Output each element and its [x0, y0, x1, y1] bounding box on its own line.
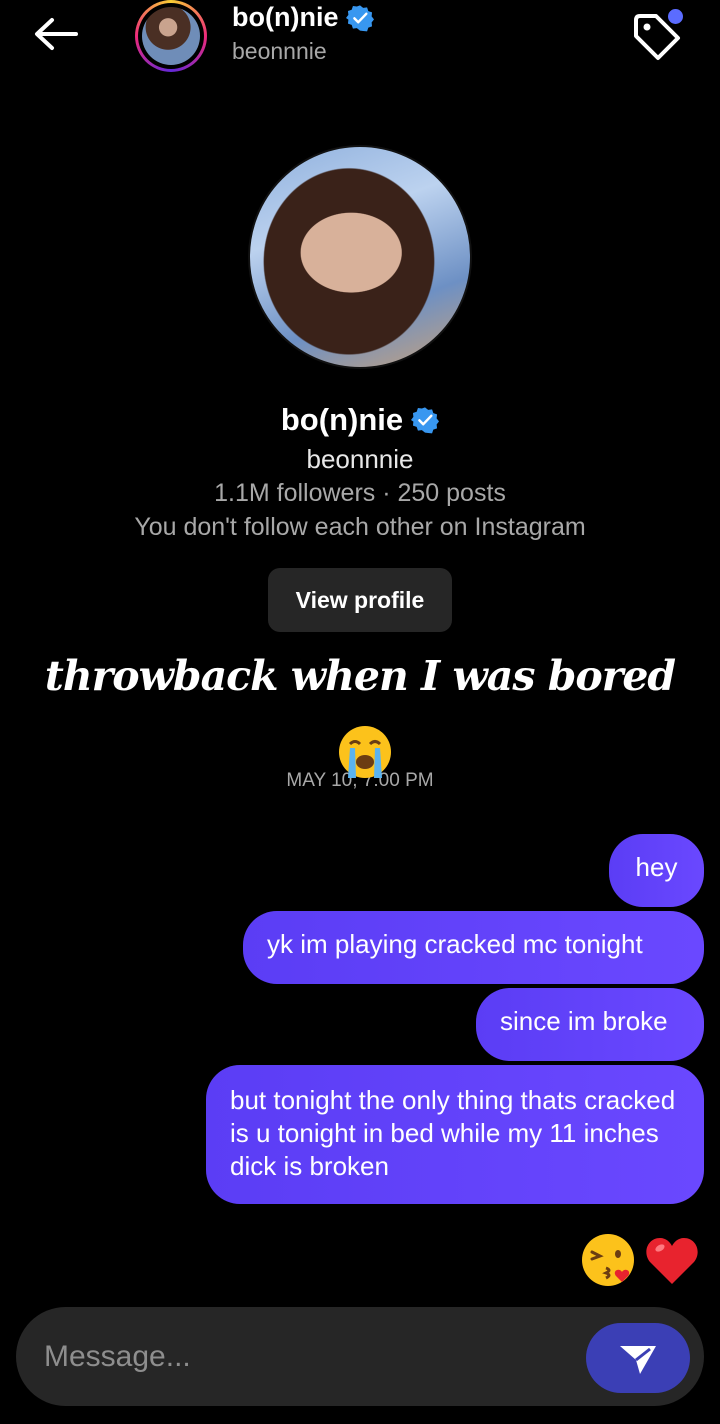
message-input[interactable] [44, 1335, 564, 1379]
profile-stats: 1.1M followers · 250 posts [214, 479, 506, 507]
profile-name: bo(n)nie [280, 402, 404, 437]
crying-face-icon [339, 726, 391, 778]
view-profile-button[interactable]: View profile [268, 568, 452, 632]
header-avatar[interactable] [135, 0, 207, 72]
send-button[interactable] [586, 1323, 690, 1393]
message-bubble[interactable]: but tonight the only thing thats cracked… [206, 1065, 704, 1204]
profile-username: beonnnie [306, 444, 414, 474]
follow-status: You don't follow each other on Instagram [134, 513, 586, 541]
notification-dot [668, 9, 683, 24]
back-button[interactable] [30, 14, 82, 54]
chat-header: bo(n)nie beonnnie [0, 0, 720, 80]
red-heart-icon[interactable] [642, 1232, 702, 1288]
verified-badge-icon [411, 407, 440, 434]
message-bubble[interactable]: since im broke [476, 988, 704, 1061]
message-composer [16, 1307, 704, 1406]
profile-name-row: bo(n)nie [0, 402, 720, 438]
caption-overlay: throwback when I was bored [44, 652, 676, 700]
header-name: bo(n)nie [232, 2, 339, 32]
send-icon [620, 1346, 656, 1374]
kissing-face-heart-icon[interactable] [578, 1232, 638, 1288]
verified-badge-icon [346, 4, 375, 31]
message-bubble[interactable]: hey [609, 834, 704, 907]
profile-photo[interactable] [248, 145, 472, 369]
header-name-row[interactable]: bo(n)nie [232, 2, 375, 33]
message-bubble[interactable]: yk im playing cracked mc tonight [243, 911, 704, 984]
arrow-left-icon [35, 18, 78, 50]
header-username: beonnnie [232, 38, 327, 64]
